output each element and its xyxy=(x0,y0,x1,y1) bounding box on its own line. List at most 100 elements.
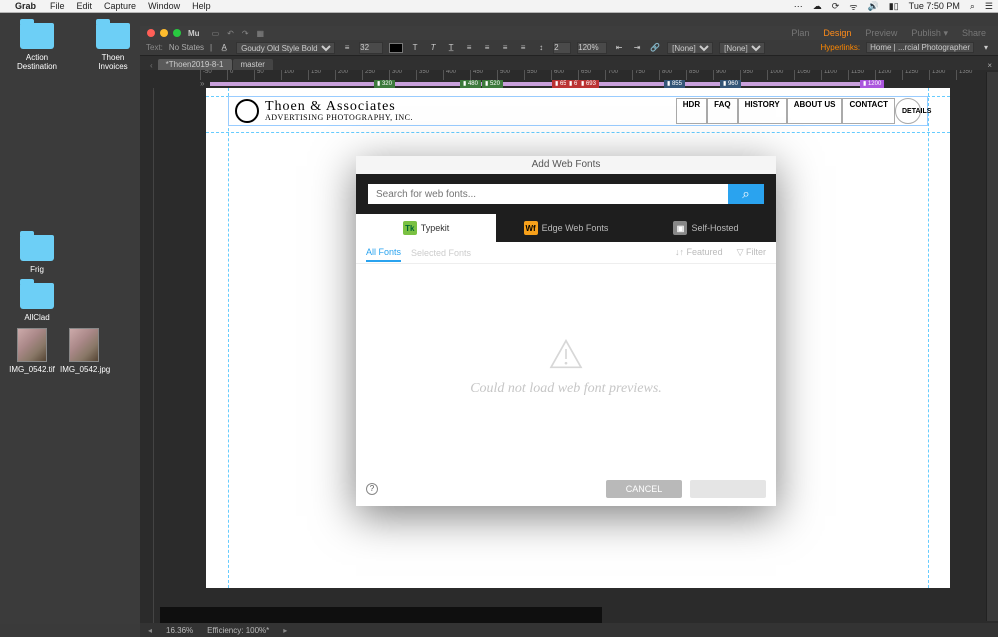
mode-design[interactable]: Design xyxy=(823,28,851,39)
filter-toggle[interactable]: ▽ Filter xyxy=(737,247,766,258)
breakpoint-range[interactable] xyxy=(210,82,880,86)
scrub-handle-icon[interactable]: » xyxy=(200,79,204,88)
font-search-input[interactable] xyxy=(368,184,728,204)
leading-input[interactable] xyxy=(553,42,571,54)
nav-details-badge[interactable]: DETAILS xyxy=(895,98,921,124)
minimize-button[interactable] xyxy=(160,29,168,37)
folder-frig[interactable]: Frig xyxy=(10,235,64,274)
notification-center-icon[interactable]: ☰ xyxy=(980,1,998,12)
font-style-icon[interactable]: ≡ xyxy=(341,43,353,52)
paragraph-style-select[interactable]: [None] xyxy=(667,42,713,54)
toolbar-undo-icon[interactable]: ↶ xyxy=(223,29,238,38)
align-left-icon[interactable]: ≡ xyxy=(463,43,475,52)
cloud-icon[interactable]: ☁ xyxy=(808,1,827,12)
breakpoint-marker[interactable]: ▮ 855 xyxy=(664,80,685,88)
font-search-button[interactable]: ⌕ xyxy=(728,184,764,204)
char-style-select[interactable]: [None] xyxy=(719,42,765,54)
battery-icon[interactable]: ▮▯ xyxy=(884,1,904,12)
text-color-swatch[interactable] xyxy=(389,43,403,53)
italic-icon[interactable]: T xyxy=(427,43,439,52)
font-family-select[interactable]: Goudy Old Style Bold xyxy=(236,42,335,54)
zoom-button[interactable] xyxy=(173,29,181,37)
breakpoint-marker[interactable]: ▮ 960 xyxy=(720,80,741,88)
chevron-left-icon[interactable]: ◂ xyxy=(148,626,152,635)
bold-icon[interactable]: T xyxy=(409,43,421,52)
font-size-input[interactable] xyxy=(359,42,383,54)
tab-typekit[interactable]: Tk Typekit xyxy=(356,214,496,242)
ok-button[interactable]: OK xyxy=(690,480,766,498)
menu-edit[interactable]: Edit xyxy=(71,1,99,11)
filter-selected-fonts[interactable]: Selected Fonts xyxy=(411,248,471,258)
help-icon[interactable]: ? xyxy=(366,483,378,495)
hyperlink-target-select[interactable]: Home | ...rcial Photographer xyxy=(866,42,974,53)
zoom-input[interactable] xyxy=(577,42,607,54)
nav-hdr[interactable]: HDR xyxy=(676,98,707,124)
design-canvas[interactable]: Thoen & Associates ADVERTISING PHOTOGRAP… xyxy=(140,88,998,623)
guide[interactable] xyxy=(228,88,229,588)
close-tab-icon[interactable]: × xyxy=(987,61,998,70)
guide[interactable] xyxy=(928,88,929,588)
wifi-icon[interactable]: ᯤ xyxy=(844,0,862,13)
right-panel-handle[interactable] xyxy=(986,72,998,621)
tab-edge-web-fonts[interactable]: Wf Edge Web Fonts xyxy=(496,214,636,242)
folder-action-destination[interactable]: Action Destination xyxy=(10,23,64,71)
cancel-button[interactable]: CANCEL xyxy=(606,480,682,498)
guide[interactable] xyxy=(206,132,950,133)
menubar-app-name[interactable]: Grab xyxy=(15,1,44,11)
states-dropdown[interactable]: No States xyxy=(169,43,204,52)
chevron-left-icon[interactable]: ‹ xyxy=(146,61,157,70)
align-justify-icon[interactable]: ≡ xyxy=(517,43,529,52)
breakpoint-marker[interactable]: ▮ 480 xyxy=(460,80,481,88)
toolbar-view-icon[interactable]: ▦ xyxy=(253,29,269,38)
breakpoint-bar[interactable]: » ▮ 320▮ 480▮ 520▮ 650▮ 674▮ 693▮ 855▮ 9… xyxy=(140,80,998,88)
chevron-right-icon[interactable]: ▸ xyxy=(283,626,287,635)
mode-publish[interactable]: Publish ▾ xyxy=(911,28,948,39)
site-header-frame[interactable]: Thoen & Associates ADVERTISING PHOTOGRAP… xyxy=(228,96,928,126)
zoom-readout[interactable]: 16.36% xyxy=(166,626,193,635)
volume-icon[interactable]: 🔊 xyxy=(863,1,884,12)
hyperlink-options-icon[interactable]: ▾ xyxy=(980,43,992,52)
mode-share[interactable]: Share xyxy=(962,28,986,39)
indent-left-icon[interactable]: ⇤ xyxy=(613,43,625,52)
breakpoint-marker[interactable]: ▮ 320 xyxy=(374,80,395,88)
ruler-tick: 500 xyxy=(497,70,498,80)
close-button[interactable] xyxy=(147,29,155,37)
toolbar-select-icon[interactable]: ▭ xyxy=(208,29,224,38)
sync-icon[interactable]: ⟳ xyxy=(827,1,845,12)
document-tab[interactable]: *Thoen2019-8-1 xyxy=(158,59,232,70)
efficiency-readout: Efficiency: 100%* xyxy=(207,626,269,635)
breakpoint-marker[interactable]: ▮ 520 xyxy=(482,80,503,88)
mode-preview[interactable]: Preview xyxy=(865,28,897,39)
spotlight-icon[interactable]: ⌕ xyxy=(965,1,980,12)
toolbar-redo-icon[interactable]: ↷ xyxy=(238,29,253,38)
file-img-tif[interactable]: IMG_0542.tif xyxy=(8,328,56,374)
menu-help[interactable]: Help xyxy=(186,1,217,11)
indent-right-icon[interactable]: ⇥ xyxy=(631,43,643,52)
nav-about[interactable]: ABOUT US xyxy=(787,98,843,124)
link-icon[interactable]: 🔗 xyxy=(649,43,661,52)
folder-thoen-invoices[interactable]: Thoen Invoices xyxy=(86,23,140,71)
nav-faq[interactable]: FAQ xyxy=(707,98,737,124)
nav-history[interactable]: HISTORY xyxy=(738,98,787,124)
menu-window[interactable]: Window xyxy=(142,1,186,11)
menu-file[interactable]: File xyxy=(44,1,71,11)
filter-all-fonts[interactable]: All Fonts xyxy=(366,244,401,262)
breakpoint-marker[interactable]: ▮ 693 xyxy=(578,80,599,88)
file-img-jpg[interactable]: IMG_0542.jpg xyxy=(60,328,108,374)
menubar-clock[interactable]: Tue 7:50 PM xyxy=(904,1,965,11)
align-right-icon[interactable]: ≡ xyxy=(499,43,511,52)
font-picker-icon[interactable]: A̲ xyxy=(218,43,230,52)
master-tab[interactable]: master xyxy=(233,59,273,70)
status-dots-icon[interactable]: ⋯ xyxy=(789,1,808,12)
ruler-tick: 450 xyxy=(470,70,471,80)
folder-allclad[interactable]: AllClad xyxy=(10,283,64,322)
leading-icon[interactable]: ↕ xyxy=(535,43,547,52)
breakpoint-marker[interactable]: ▮ 1200 xyxy=(860,80,884,88)
menu-capture[interactable]: Capture xyxy=(98,1,142,11)
nav-contact[interactable]: CONTACT xyxy=(842,98,895,124)
tab-self-hosted[interactable]: ▣ Self-Hosted xyxy=(636,214,776,242)
align-center-icon[interactable]: ≡ xyxy=(481,43,493,52)
mode-plan[interactable]: Plan xyxy=(791,28,809,39)
sort-featured[interactable]: ↓↑ Featured xyxy=(675,247,723,258)
underline-icon[interactable]: T̲ xyxy=(445,43,457,52)
